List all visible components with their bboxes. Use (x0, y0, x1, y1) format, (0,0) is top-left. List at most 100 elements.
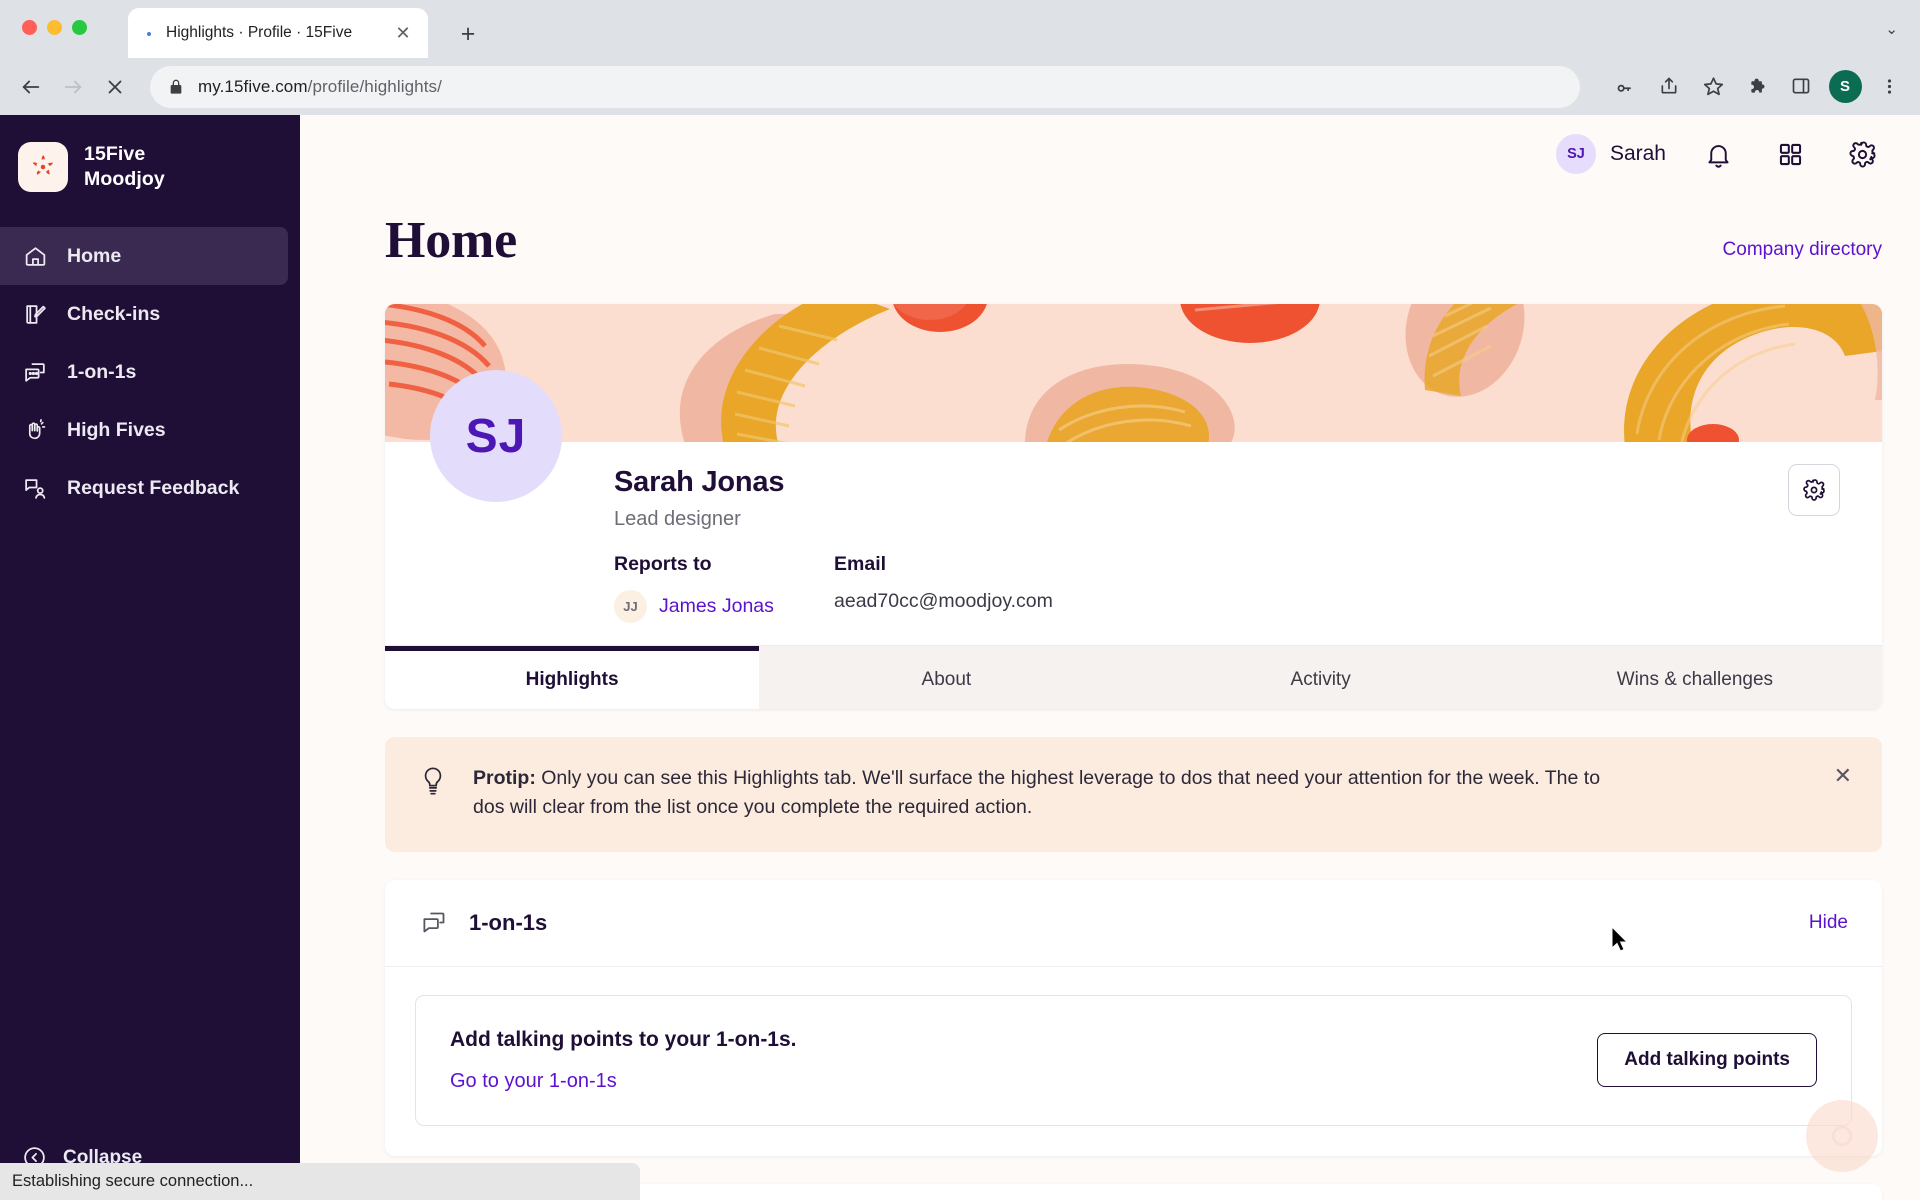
sidebar-item-1-on-1s[interactable]: 1-on-1s (0, 343, 288, 401)
manager-avatar: JJ (614, 590, 647, 623)
bookmark-star-icon[interactable] (1694, 67, 1732, 105)
company-directory-link[interactable]: Company directory (1723, 239, 1882, 270)
lock-icon (168, 79, 184, 95)
stop-loading-icon[interactable] (96, 68, 134, 106)
section-title: 1-on-1s (469, 909, 548, 935)
avatar: SJ (1555, 134, 1596, 174)
password-key-icon[interactable] (1606, 67, 1644, 105)
talking-points-title: Add talking points to your 1-on-1s. (450, 1027, 797, 1051)
talking-points-text: Add talking points to your 1-on-1s. Go t… (450, 1028, 1597, 1093)
toolbar-icons: S (1606, 67, 1908, 105)
maximize-window-button[interactable] (72, 20, 87, 35)
profile-banner-image (385, 304, 1882, 442)
topbar-user-chip[interactable]: SJ Sarah (1555, 134, 1666, 174)
email-column: Email aead70cc@moodjoy.com (834, 553, 1053, 623)
bell-icon[interactable] (1698, 134, 1738, 174)
grid-apps-icon[interactable] (1770, 134, 1810, 174)
gear-icon[interactable] (1842, 134, 1882, 174)
sidebar: 15Five Moodjoy Home Check-ins 1-on-1s Hi… (0, 115, 300, 1200)
main-content: SJ Sarah Home Company directory SJ Sarah… (300, 115, 1920, 1200)
protip-body: Only you can see this Highlights tab. We… (473, 767, 1601, 818)
profile-tabs: Highlights About Activity Wins & challen… (385, 645, 1882, 709)
sidebar-item-high-fives[interactable]: High Fives (0, 401, 288, 459)
sidebar-item-label: High Fives (67, 418, 166, 441)
brand-block[interactable]: 15Five Moodjoy (0, 115, 300, 219)
section-one-on-ones: 1-on-1s Hide Add talking points to your … (385, 879, 1882, 1156)
share-icon[interactable] (1650, 67, 1688, 105)
browser-tabstrip: Highlights · Profile · 15Five ✕ + ⌄ (0, 0, 1920, 58)
sidebar-item-label: 1-on-1s (67, 360, 137, 383)
back-arrow-icon[interactable] (12, 68, 50, 106)
section-header: 1-on-1s Hide (385, 880, 1882, 967)
tab-wins-and-challenges[interactable]: Wins & challenges (1508, 646, 1882, 709)
tab-list-chevron-down-icon[interactable]: ⌄ (1885, 20, 1898, 38)
sidebar-item-check-ins[interactable]: Check-ins (0, 285, 288, 343)
tab-title: Highlights · Profile · 15Five (166, 24, 353, 41)
tab-activity[interactable]: Activity (1134, 646, 1508, 709)
reports-to-label: Reports to (614, 553, 712, 575)
profile-info: Sarah Jonas Lead designer Reports to JJ … (385, 442, 1882, 623)
profile-role: Lead designer (614, 508, 741, 530)
sidebar-item-label: Home (67, 244, 122, 267)
tab-about[interactable]: About (759, 646, 1133, 709)
sidebar-nav: Home Check-ins 1-on-1s High Fives Reques… (0, 227, 300, 517)
browser-profile-avatar[interactable]: S (1826, 67, 1864, 105)
reports-to-column: Reports to JJ James Jonas (614, 553, 834, 623)
three-dot-menu-icon[interactable] (1870, 67, 1908, 105)
profile-meta: Reports to JJ James Jonas Email aead70cc… (614, 553, 1882, 623)
section-body: Add talking points to your 1-on-1s. Go t… (385, 967, 1882, 1156)
browser-profile-initial: S (1828, 69, 1862, 103)
go-to-one-on-ones-link[interactable]: Go to your 1-on-1s (450, 1070, 617, 1093)
protip-prefix: Protip: (473, 767, 536, 789)
manager-link[interactable]: James Jonas (659, 595, 774, 618)
status-text: Establishing secure connection... (12, 1172, 254, 1190)
profile-name: Sarah Jonas (614, 466, 785, 498)
talking-points-card: Add talking points to your 1-on-1s. Go t… (415, 994, 1852, 1126)
profile-settings-button[interactable] (1788, 464, 1840, 516)
hide-section-link[interactable]: Hide (1809, 912, 1848, 934)
email-label: Email (834, 553, 887, 575)
browser-chrome: Highlights · Profile · 15Five ✕ + ⌄ my.1… (0, 0, 1920, 115)
help-floating-button[interactable] (1806, 1100, 1878, 1172)
url-path: /profile/highlights/ (307, 77, 442, 96)
app-topbar: SJ Sarah (300, 115, 1920, 193)
request-feedback-icon (22, 475, 49, 502)
new-tab-button[interactable]: + (452, 18, 484, 50)
reports-to-value: JJ James Jonas (614, 590, 834, 623)
add-talking-points-button[interactable]: Add talking points (1597, 1033, 1817, 1088)
minimize-window-button[interactable] (47, 20, 62, 35)
close-icon[interactable]: ✕ (1834, 763, 1852, 789)
browser-toolbar: my.15five.com/profile/highlights/ S (0, 58, 1920, 115)
brand-name: 15Five (84, 143, 146, 166)
one-on-ones-icon (22, 359, 49, 386)
gear-icon (1802, 478, 1826, 502)
puzzle-extensions-icon[interactable] (1738, 67, 1776, 105)
browser-tab[interactable]: Highlights · Profile · 15Five ✕ (128, 8, 428, 58)
home-icon (22, 243, 49, 270)
protip-banner: Protip: Only you can see this Highlights… (385, 737, 1882, 852)
window-traffic-lights[interactable] (22, 20, 87, 35)
tab-close-button[interactable]: ✕ (390, 20, 416, 46)
sidebar-item-request-feedback[interactable]: Request Feedback (0, 459, 288, 517)
address-bar[interactable]: my.15five.com/profile/highlights/ (150, 66, 1580, 108)
tab-favicon-icon (140, 24, 158, 42)
topbar-user-name: Sarah (1609, 142, 1666, 165)
page-title: Home (385, 212, 518, 269)
lightbulb-icon (419, 766, 447, 796)
side-panel-icon[interactable] (1782, 67, 1820, 105)
avatar: SJ (430, 370, 562, 502)
protip-text: Protip: Only you can see this Highlights… (473, 764, 1623, 822)
browser-status-bar: Establishing secure connection... (0, 1163, 640, 1200)
one-on-ones-icon (419, 908, 449, 938)
high-five-icon (22, 417, 49, 444)
nav-buttons (12, 68, 134, 106)
tab-highlights[interactable]: Highlights (385, 646, 760, 709)
close-window-button[interactable] (22, 20, 37, 35)
content-area: SJ Sarah Jonas Lead designer Reports to (300, 270, 1920, 1200)
app-root: 15Five Moodjoy Home Check-ins 1-on-1s Hi… (0, 115, 1920, 1200)
checkins-icon (22, 301, 49, 328)
address-bar-url: my.15five.com/profile/highlights/ (198, 77, 442, 97)
sidebar-item-home[interactable]: Home (0, 227, 288, 285)
url-host: my.15five.com (198, 77, 308, 96)
